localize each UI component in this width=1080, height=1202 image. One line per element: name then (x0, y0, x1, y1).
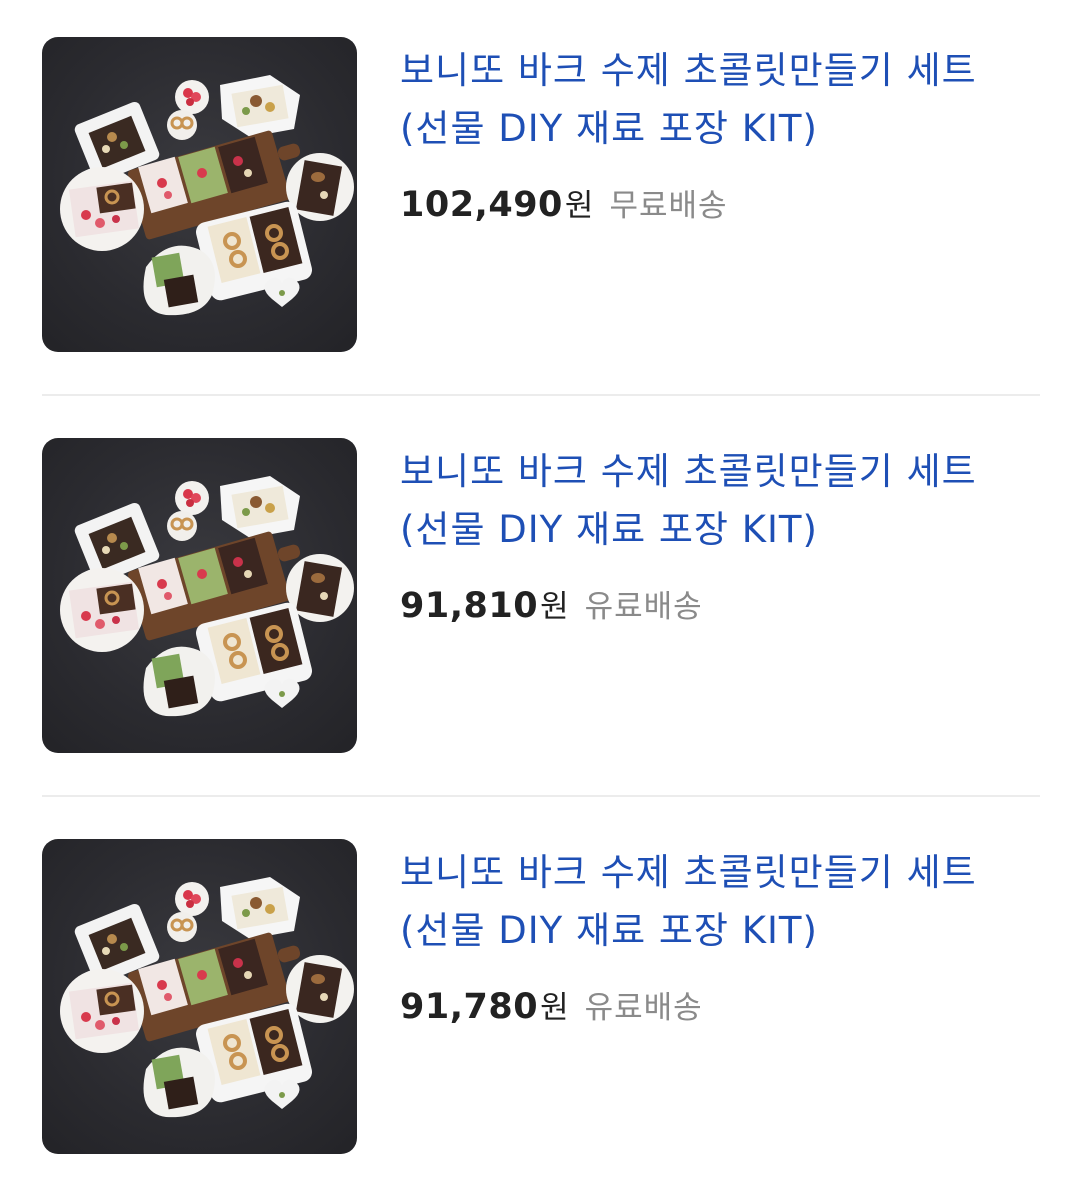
currency-label: 원 (564, 188, 594, 224)
shipping-label: 무료배송 (609, 188, 728, 224)
product-price: 102,490 (400, 185, 563, 225)
chocolate-kit-illustration (58, 474, 356, 719)
product-card[interactable]: 보니또 바크 수제 초콜릿만들기 세트 (선물 DIY 재료 포장 KIT) 9… (0, 401, 1080, 801)
shipping-label: 유료배송 (584, 990, 703, 1026)
product-title-line2: (선물 DIY 재료 포장 KIT) (400, 508, 818, 551)
chocolate-kit-illustration (58, 73, 356, 318)
shipping-label: 유료배송 (584, 589, 703, 625)
product-title-line1: 보니또 바크 수제 초콜릿만들기 세트 (400, 851, 977, 894)
product-title[interactable]: 보니또 바크 수제 초콜릿만들기 세트 (선물 DIY 재료 포장 KIT) (400, 443, 1044, 559)
price-row: 91,810 원 유료배송 (400, 581, 1044, 626)
product-title-line2: (선물 DIY 재료 포장 KIT) (400, 107, 818, 150)
product-title-line1: 보니또 바크 수제 초콜릿만들기 세트 (400, 450, 977, 493)
currency-label: 원 (540, 589, 569, 625)
price-row: 91,780 원 유료배송 (400, 982, 1044, 1027)
product-info: 보니또 바크 수제 초콜릿만들기 세트 (선물 DIY 재료 포장 KIT) 9… (400, 443, 1044, 626)
product-card[interactable]: 보니또 바크 수제 초콜릿만들기 세트 (선물 DIY 재료 포장 KIT) 9… (0, 802, 1080, 1202)
product-title[interactable]: 보니또 바크 수제 초콜릿만들기 세트 (선물 DIY 재료 포장 KIT) (400, 42, 1044, 158)
product-price: 91,780 (400, 987, 539, 1027)
currency-label: 원 (540, 990, 569, 1026)
product-image[interactable] (42, 438, 357, 753)
product-card[interactable]: 보니또 바크 수제 초콜릿만들기 세트 (선물 DIY 재료 포장 KIT) 1… (0, 0, 1080, 400)
product-title[interactable]: 보니또 바크 수제 초콜릿만들기 세트 (선물 DIY 재료 포장 KIT) (400, 844, 1044, 960)
divider (42, 394, 1040, 396)
product-info: 보니또 바크 수제 초콜릿만들기 세트 (선물 DIY 재료 포장 KIT) 9… (400, 844, 1044, 1027)
product-title-line1: 보니또 바크 수제 초콜릿만들기 세트 (400, 49, 977, 92)
product-image[interactable] (42, 839, 357, 1154)
chocolate-kit-illustration (58, 875, 356, 1120)
product-price: 91,810 (400, 586, 539, 626)
product-image[interactable] (42, 37, 357, 352)
product-list: 보니또 바크 수제 초콜릿만들기 세트 (선물 DIY 재료 포장 KIT) 1… (0, 0, 1080, 1176)
price-row: 102,490 원 무료배송 (400, 180, 1044, 225)
product-title-line2: (선물 DIY 재료 포장 KIT) (400, 909, 818, 952)
divider (42, 795, 1040, 797)
product-info: 보니또 바크 수제 초콜릿만들기 세트 (선물 DIY 재료 포장 KIT) 1… (400, 42, 1044, 225)
